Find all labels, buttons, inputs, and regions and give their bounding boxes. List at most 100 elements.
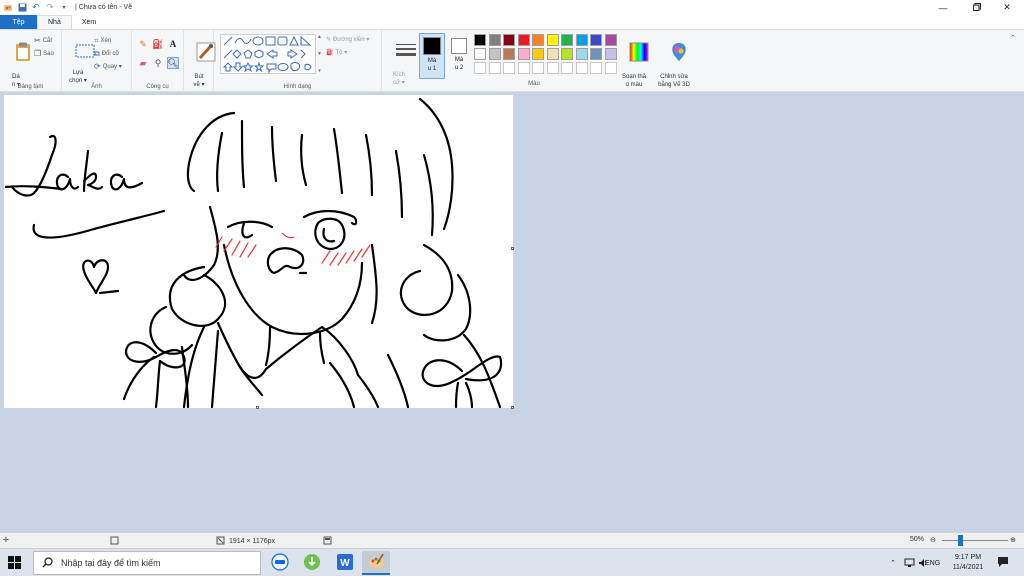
palette-color-swatch[interactable] bbox=[488, 48, 501, 60]
zoom-slider[interactable] bbox=[942, 535, 1008, 546]
zoom-level: 50% bbox=[910, 536, 925, 543]
resize-button[interactable]: ⧉ Đổi cỡ bbox=[94, 49, 119, 59]
resize-handle-right[interactable] bbox=[511, 247, 514, 250]
start-button[interactable] bbox=[8, 556, 21, 571]
crop-icon: ⌗ bbox=[94, 36, 99, 45]
paste-button[interactable]: Dá n ▾ bbox=[4, 34, 30, 89]
palette-color-swatch[interactable] bbox=[546, 48, 559, 60]
eraser-icon[interactable]: ▰ bbox=[137, 57, 149, 69]
minimize-button[interactable]: — bbox=[926, 0, 960, 15]
image-group-label: Ảnh bbox=[91, 84, 102, 90]
network-icon[interactable] bbox=[904, 549, 915, 576]
fill-button[interactable]: ⛽ Tô ▾ bbox=[326, 49, 347, 56]
palette-custom-swatch[interactable] bbox=[604, 62, 617, 74]
palette-color-swatch[interactable] bbox=[561, 48, 573, 60]
taskbar-app-word[interactable]: W bbox=[331, 551, 359, 575]
clock[interactable]: 9:17 PM 11/4/2021 bbox=[948, 549, 988, 576]
palette-custom-swatch[interactable] bbox=[532, 62, 544, 74]
outline-button[interactable]: ✎ Đường viền ▾ bbox=[326, 36, 369, 43]
magnifier-icon[interactable]: 🔍︎ bbox=[167, 57, 179, 69]
palette-color-swatch[interactable] bbox=[590, 34, 602, 46]
search-icon bbox=[42, 556, 53, 570]
palette-color-swatch[interactable] bbox=[604, 34, 617, 46]
taskbar-app-paint[interactable] bbox=[362, 551, 390, 575]
window-title: | Chưa có tên - Vẽ bbox=[75, 4, 133, 11]
word-icon: W bbox=[336, 553, 354, 573]
show-hidden-icons-button[interactable]: ⌃ bbox=[890, 549, 896, 576]
palette-custom-swatch[interactable] bbox=[561, 62, 573, 74]
palette-color-swatch[interactable] bbox=[590, 48, 602, 60]
tab-view[interactable]: Xem bbox=[72, 15, 106, 29]
search-placeholder: Nhập tại đây để tìm kiếm bbox=[61, 558, 161, 568]
tab-home[interactable]: Nhà bbox=[37, 15, 72, 29]
palette-color-swatch[interactable] bbox=[503, 34, 515, 46]
palette-color-swatch[interactable] bbox=[575, 34, 588, 46]
zoom-slider-thumb[interactable] bbox=[958, 535, 963, 546]
ribbon: Dá n ▾ ✂ Cắt ❐ Sao Bảng tạm Lựa chọn ▾ ⌗ Xé… bbox=[0, 30, 1024, 92]
scroll-up-icon: ▲ bbox=[317, 34, 322, 40]
palette-custom-swatch[interactable] bbox=[590, 62, 602, 74]
palette-color-swatch[interactable] bbox=[488, 34, 501, 46]
palette-color-swatch[interactable] bbox=[517, 48, 530, 60]
minimize-icon: — bbox=[938, 2, 948, 13]
palette-color-swatch[interactable] bbox=[474, 48, 486, 60]
brushes-button[interactable]: Bút vẽ ▾ bbox=[187, 34, 216, 89]
canvas-size: 1914 × 1176px bbox=[216, 536, 275, 547]
undo-icon[interactable]: ↶ bbox=[31, 2, 41, 13]
save-icon[interactable] bbox=[17, 3, 27, 13]
palette-color-swatch[interactable] bbox=[561, 34, 573, 46]
fill-icon: ⛽ bbox=[326, 50, 334, 56]
resize-handle-bottom[interactable] bbox=[256, 406, 259, 409]
drawing-canvas[interactable] bbox=[4, 95, 513, 409]
palette-color-swatch[interactable] bbox=[532, 34, 544, 46]
ribbon-collapse-icon[interactable]: ⌃ bbox=[1010, 34, 1016, 42]
redo-icon[interactable]: ↷ bbox=[45, 2, 55, 13]
zoom-out-button[interactable]: ⊖ bbox=[930, 536, 936, 544]
zoom-in-button[interactable]: ⊕ bbox=[1010, 536, 1016, 544]
color-picker-icon[interactable]: ⚲ bbox=[152, 57, 164, 69]
taskbar-search[interactable]: Nhập tại đây để tìm kiếm bbox=[33, 551, 261, 575]
color1-button[interactable]: Mà u 1 bbox=[419, 33, 445, 79]
downloader-icon bbox=[303, 553, 321, 573]
rotate-button[interactable]: ⟳ Quay ▾ bbox=[94, 62, 122, 71]
close-button[interactable]: ✕ bbox=[990, 0, 1024, 15]
palette-color-swatch[interactable] bbox=[532, 48, 544, 60]
restore-button[interactable] bbox=[960, 0, 994, 15]
color2-button[interactable]: Mà u 2 bbox=[447, 33, 471, 79]
crop-button[interactable]: ⌗ Xén bbox=[94, 36, 111, 46]
customize-toolbar-icon[interactable]: ▾ bbox=[59, 3, 69, 13]
select-rectangle-icon bbox=[61, 36, 95, 69]
palette-custom-swatch[interactable] bbox=[546, 62, 559, 74]
resize-icon: ⧉ bbox=[94, 49, 100, 58]
taskbar-app-downloader[interactable] bbox=[298, 551, 326, 575]
palette-custom-swatch[interactable] bbox=[474, 62, 486, 74]
palette-color-swatch[interactable] bbox=[517, 34, 530, 46]
size-button[interactable]: Kích cỡ ▾ bbox=[387, 34, 416, 87]
edit-with-paint3d-button[interactable]: Chỉnh sửa bằng Vẽ 3D bbox=[652, 34, 696, 89]
copy-button[interactable]: ❐ Sao bbox=[34, 49, 54, 58]
text-icon[interactable]: A bbox=[167, 38, 179, 50]
shapes-group-label: Hình dạng bbox=[283, 84, 312, 90]
palette-custom-swatch[interactable] bbox=[575, 62, 588, 74]
resize-handle-corner[interactable] bbox=[511, 406, 514, 409]
shapes-scroll[interactable]: ▲ ▼ ▾ bbox=[316, 34, 323, 74]
palette-custom-swatch[interactable] bbox=[517, 62, 530, 74]
palette-custom-swatch[interactable] bbox=[503, 62, 515, 74]
palette-color-swatch[interactable] bbox=[474, 34, 486, 46]
palette-color-swatch[interactable] bbox=[503, 48, 515, 60]
input-language[interactable]: ENG bbox=[925, 549, 940, 576]
pencil-icon[interactable]: ✎ bbox=[137, 38, 149, 50]
fill-bucket-icon[interactable]: ⛽ bbox=[152, 38, 164, 50]
palette-color-swatch[interactable] bbox=[604, 48, 617, 60]
tab-file[interactable]: Tệp bbox=[0, 15, 37, 29]
palette-custom-swatch[interactable] bbox=[488, 62, 501, 74]
cut-button[interactable]: ✂ Cắt bbox=[34, 36, 52, 45]
select-button[interactable]: Lựa chọn ▾ bbox=[66, 36, 95, 85]
edit-colors-button[interactable]: Soạn thả o màu bbox=[618, 34, 650, 89]
taskbar-app-zalo[interactable] bbox=[266, 551, 294, 575]
shapes-gallery[interactable] bbox=[220, 34, 316, 74]
brushes-group: Bút vẽ ▾ bbox=[184, 30, 216, 92]
palette-color-swatch[interactable] bbox=[575, 48, 588, 60]
palette-color-swatch[interactable] bbox=[546, 34, 559, 46]
notification-center-button[interactable] bbox=[997, 549, 1009, 576]
